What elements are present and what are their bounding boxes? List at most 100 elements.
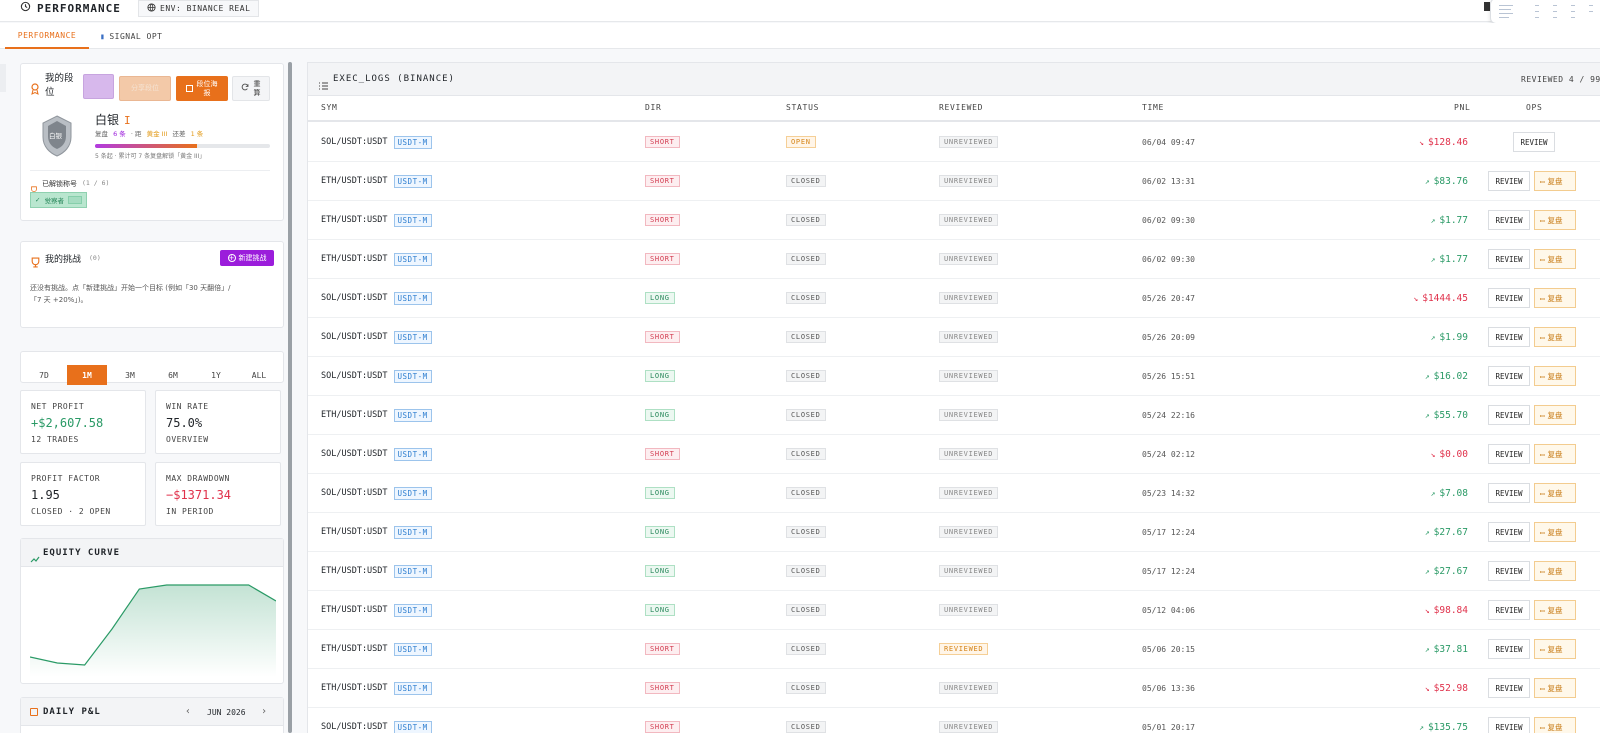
review-button[interactable]: REVIEW bbox=[1488, 444, 1530, 464]
table-row[interactable]: SOL/USDT:USDT USDT-M SHORT CLOSED UNREVIEWED… bbox=[308, 708, 1600, 733]
fupan-button[interactable]: ▭ 复盘 bbox=[1534, 444, 1576, 464]
status-cell: CLOSED bbox=[786, 486, 826, 500]
fupan-button[interactable]: ▭ 复盘 bbox=[1534, 639, 1576, 659]
exec-logs-panel: EXEC_LOGS (BINANCE) REVIEWED 4 / 99 SYM … bbox=[307, 62, 1600, 733]
rank-meta-need: 1 条 bbox=[190, 130, 204, 138]
col-header-pnl[interactable]: PNL bbox=[1454, 103, 1471, 112]
rank-swatch[interactable] bbox=[83, 74, 114, 99]
table-row[interactable]: SOL/USDT:USDT USDT-M LONG CLOSED UNREVIEWED 0… bbox=[308, 474, 1600, 513]
env-selector[interactable]: ENV: BINANCE REAL bbox=[138, 0, 260, 17]
table-row[interactable]: SOL/USDT:USDT USDT-M SHORT CLOSED UNREVIEWED… bbox=[308, 435, 1600, 474]
pnl-cell: ↗ $1.77 bbox=[1431, 252, 1468, 266]
sidebar-edge bbox=[0, 64, 6, 92]
fupan-button[interactable]: ▭ 复盘 bbox=[1534, 171, 1576, 191]
range-all[interactable]: ALL bbox=[239, 365, 279, 385]
challenge-empty-text: 还没有挑战。点「新建挑战」开始一个目标 (例如「30 天翻倍」/ 「7 天 +2… bbox=[30, 282, 230, 306]
status-badge: CLOSED bbox=[786, 409, 826, 421]
market-tag: USDT-M bbox=[393, 720, 432, 733]
col-header-reviewed[interactable]: REVIEWED bbox=[939, 103, 983, 112]
table-row[interactable]: ETH/USDT:USDT USDT-M SHORT CLOSED UNREVIEWED… bbox=[308, 669, 1600, 708]
title-badge[interactable]: ✓ 觉察者 bbox=[30, 192, 87, 208]
share-rank-button[interactable]: 分享段位 bbox=[119, 76, 171, 101]
prev-month-button[interactable]: ‹ bbox=[185, 706, 191, 717]
table-row[interactable]: ETH/USDT:USDT USDT-M LONG CLOSED UNREVIEWED 0… bbox=[308, 552, 1600, 591]
symbol-cell: SOL/USDT:USDT USDT-M bbox=[321, 330, 432, 344]
fupan-button[interactable]: ▭ 复盘 bbox=[1534, 210, 1576, 230]
tab-signal-opt[interactable]: ▮ SIGNAL OPT bbox=[100, 23, 163, 49]
col-header-dir[interactable]: DIR bbox=[645, 103, 662, 112]
table-row[interactable]: ETH/USDT:USDT USDT-M SHORT CLOSED REVIEWED 05… bbox=[308, 630, 1600, 669]
fupan-button[interactable]: ▭ 复盘 bbox=[1534, 522, 1576, 542]
review-button[interactable]: REVIEW bbox=[1513, 132, 1555, 152]
col-header-status[interactable]: STATUS bbox=[786, 103, 819, 112]
reviewed-badge: UNREVIEWED bbox=[939, 448, 999, 460]
time-cell: 06/04 09:47 bbox=[1142, 137, 1195, 147]
review-button[interactable]: REVIEW bbox=[1488, 327, 1530, 347]
review-button[interactable]: REVIEW bbox=[1488, 288, 1530, 308]
review-button[interactable]: REVIEW bbox=[1488, 600, 1530, 620]
arrow-up-right-icon: ↗ bbox=[1430, 488, 1436, 498]
table-row[interactable]: ETH/USDT:USDT USDT-M LONG CLOSED UNREVIEWED 0… bbox=[308, 513, 1600, 552]
table-row[interactable]: ETH/USDT:USDT USDT-M SHORT CLOSED UNREVIEWED… bbox=[308, 162, 1600, 201]
fupan-button[interactable]: ▭ 复盘 bbox=[1534, 366, 1576, 386]
reviewed-badge: UNREVIEWED bbox=[939, 175, 999, 187]
table-row[interactable]: ETH/USDT:USDT USDT-M LONG CLOSED UNREVIEWED 0… bbox=[308, 591, 1600, 630]
minimap-preview[interactable] bbox=[1490, 0, 1600, 24]
table-row[interactable]: SOL/USDT:USDT USDT-M SHORT OPEN UNREVIEWED 06… bbox=[308, 123, 1600, 162]
fupan-button[interactable]: ▭ 复盘 bbox=[1534, 678, 1576, 698]
review-button[interactable]: REVIEW bbox=[1488, 678, 1530, 698]
tab-performance[interactable]: PERFORMANCE bbox=[5, 23, 89, 49]
direction-badge: SHORT bbox=[645, 331, 680, 343]
table-row[interactable]: ETH/USDT:USDT USDT-M SHORT CLOSED UNREVIEWED… bbox=[308, 201, 1600, 240]
col-header-time[interactable]: TIME bbox=[1142, 103, 1164, 112]
range-1m[interactable]: 1M bbox=[67, 365, 107, 385]
next-month-button[interactable]: › bbox=[261, 706, 267, 717]
rank-poster-button[interactable]: 段位海报 bbox=[176, 76, 228, 101]
fupan-button[interactable]: ▭ 复盘 bbox=[1534, 561, 1576, 581]
book-icon: ▭ bbox=[1540, 410, 1545, 420]
review-button[interactable]: REVIEW bbox=[1488, 522, 1530, 542]
left-panel-scrollbar[interactable] bbox=[288, 62, 292, 733]
new-challenge-button[interactable]: + 新建挑战 bbox=[220, 250, 274, 266]
symbol-text: SOL/USDT:USDT bbox=[321, 488, 388, 498]
fupan-button[interactable]: ▭ 复盘 bbox=[1534, 405, 1576, 425]
col-header-sym[interactable]: SYM bbox=[321, 103, 338, 112]
direction-cell: SHORT bbox=[645, 447, 680, 461]
direction-badge: SHORT bbox=[645, 721, 680, 733]
globe-icon bbox=[147, 3, 156, 14]
range-6m[interactable]: 6M bbox=[153, 365, 193, 385]
review-button[interactable]: REVIEW bbox=[1488, 561, 1530, 581]
fupan-button[interactable]: ▭ 复盘 bbox=[1534, 483, 1576, 503]
fupan-label: 复盘 bbox=[1547, 605, 1563, 615]
fupan-button[interactable]: ▭ 复盘 bbox=[1534, 327, 1576, 347]
fupan-button[interactable]: ▭ 复盘 bbox=[1534, 717, 1576, 733]
review-button[interactable]: REVIEW bbox=[1488, 171, 1530, 191]
table-row[interactable]: SOL/USDT:USDT USDT-M LONG CLOSED UNREVIEWED 0… bbox=[308, 357, 1600, 396]
table-row[interactable]: SOL/USDT:USDT USDT-M SHORT CLOSED UNREVIEWED… bbox=[308, 318, 1600, 357]
range-3m[interactable]: 3M bbox=[110, 365, 150, 385]
profit-factor-label: PROFIT FACTOR bbox=[31, 474, 101, 483]
table-row[interactable]: ETH/USDT:USDT USDT-M SHORT CLOSED UNREVIEWED… bbox=[308, 240, 1600, 279]
symbol-cell: ETH/USDT:USDT USDT-M bbox=[321, 213, 432, 227]
time-cell: 05/26 15:51 bbox=[1142, 371, 1195, 381]
net-profit-value: +$2,607.58 bbox=[31, 416, 104, 430]
fupan-button[interactable]: ▭ 复盘 bbox=[1534, 600, 1576, 620]
fupan-button[interactable]: ▭ 复盘 bbox=[1534, 249, 1576, 269]
review-button[interactable]: REVIEW bbox=[1488, 717, 1530, 733]
fupan-button[interactable]: ▭ 复盘 bbox=[1534, 288, 1576, 308]
market-tag: USDT-M bbox=[393, 564, 432, 578]
table-row[interactable]: ETH/USDT:USDT USDT-M LONG CLOSED UNREVIEWED 0… bbox=[308, 396, 1600, 435]
time-cell: 05/23 14:32 bbox=[1142, 488, 1195, 498]
recalc-button[interactable]: 重算 bbox=[232, 76, 270, 101]
review-button[interactable]: REVIEW bbox=[1488, 483, 1530, 503]
table-row[interactable]: SOL/USDT:USDT USDT-M LONG CLOSED UNREVIEWED 0… bbox=[308, 279, 1600, 318]
review-button[interactable]: REVIEW bbox=[1488, 405, 1530, 425]
review-button[interactable]: REVIEW bbox=[1488, 639, 1530, 659]
review-button[interactable]: REVIEW bbox=[1488, 210, 1530, 230]
book-icon: ▭ bbox=[1540, 449, 1545, 459]
review-button[interactable]: REVIEW bbox=[1488, 366, 1530, 386]
range-7d[interactable]: 7D bbox=[24, 365, 64, 385]
review-button[interactable]: REVIEW bbox=[1488, 249, 1530, 269]
reviewed-cell: UNREVIEWED bbox=[939, 486, 999, 500]
range-1y[interactable]: 1Y bbox=[196, 365, 236, 385]
